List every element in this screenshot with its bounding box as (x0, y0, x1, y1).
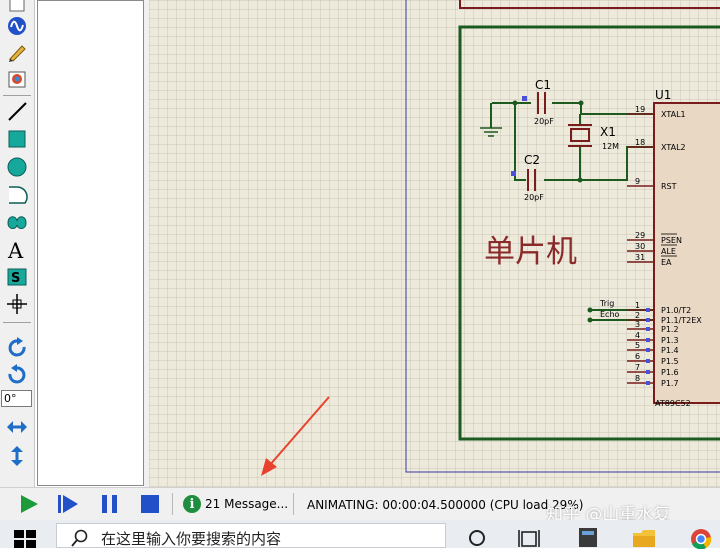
rotation-angle-field[interactable]: 0° (1, 390, 32, 407)
status-divider (293, 493, 294, 515)
pin-name: P1.1/T2EX (661, 316, 702, 325)
u1-ref: U1 (655, 88, 671, 102)
box-icon[interactable] (5, 127, 29, 151)
u1-part: AT89C52 (655, 399, 691, 408)
text-icon[interactable]: A (5, 238, 29, 262)
c1-value: 20pF (534, 117, 554, 126)
file-explorer-icon[interactable] (632, 527, 656, 551)
x1-ref: X1 (600, 125, 616, 139)
calculator-icon[interactable] (577, 527, 599, 551)
info-icon: i (183, 495, 201, 513)
cortana-icon[interactable] (467, 527, 487, 551)
stop-icon[interactable] (138, 492, 162, 516)
pin-marker (522, 96, 527, 101)
pin-marker (646, 370, 650, 374)
status-divider (172, 493, 173, 515)
pin-name: XTAL1 (661, 110, 686, 119)
pin-marker (646, 359, 650, 363)
pin-number: 9 (635, 177, 640, 186)
pin-number: 30 (635, 242, 645, 251)
messages-button[interactable]: i 21 Message... (183, 493, 288, 515)
arc-icon[interactable] (5, 183, 29, 207)
task-view-icon[interactable] (518, 527, 540, 551)
mirror-v-icon[interactable] (5, 444, 29, 468)
search-icon (71, 529, 88, 547)
pin-number: 31 (635, 253, 645, 262)
object-selector-panel[interactable] (37, 0, 144, 486)
pin-number: 8 (635, 374, 640, 383)
net-label-trig: Trig (599, 299, 614, 308)
mirror-h-icon[interactable] (5, 415, 29, 439)
step-icon[interactable] (56, 492, 80, 516)
circle-icon[interactable] (5, 155, 29, 179)
x1-value: 12M (602, 142, 619, 151)
schematic-canvas[interactable]: C1 20pF X1 12M C2 20pF U1 AT89C52 19XTAL… (149, 0, 720, 487)
simulation-status: ANIMATING: 00:00:04.500000 (CPU load 29%… (307, 498, 584, 512)
search-placeholder: 在这里输入你要搜索的内容 (101, 530, 282, 548)
palette-icon[interactable] (5, 67, 29, 91)
pin-marker (646, 381, 650, 385)
rotate-ccw-icon[interactable] (5, 363, 29, 387)
pause-icon[interactable] (98, 492, 122, 516)
pin-name: ALE (661, 247, 676, 256)
pin-name: P1.7 (661, 379, 679, 388)
net-label-echo: Echo (600, 310, 620, 319)
chrome-icon[interactable] (690, 527, 712, 553)
c2-ref: C2 (524, 153, 540, 167)
c1-ref: C1 (535, 78, 551, 92)
pin-marker (511, 171, 516, 176)
pin-number: 19 (635, 105, 645, 114)
tool-toolbar: A S 0° (0, 0, 35, 487)
rotate-cw-icon[interactable] (5, 336, 29, 360)
pin-marker (646, 327, 650, 331)
pin-number: 18 (635, 138, 645, 147)
pin-name: XTAL2 (661, 143, 686, 152)
svg-text:A: A (7, 239, 24, 261)
pin-name: P1.3 (661, 336, 679, 345)
taskbar-search[interactable]: 在这里输入你要搜索的内容 (56, 523, 446, 548)
pin-name: PSEN (661, 236, 682, 245)
pin-name: P1.2 (661, 325, 679, 334)
pin-number: 2 (635, 311, 640, 320)
pin-number: 3 (635, 320, 640, 329)
toolbar-separator (3, 322, 31, 323)
messages-count: 21 Message... (205, 497, 289, 511)
c2-value: 20pF (524, 193, 544, 202)
pin-marker (646, 348, 650, 352)
pin-marker (646, 318, 650, 322)
toolbar-separator (3, 95, 31, 96)
pin-name: P1.0/T2 (661, 306, 691, 315)
pin-number: 29 (635, 231, 645, 240)
pin-name: P1.6 (661, 368, 679, 377)
mcu-block-label: 单片机 (484, 234, 577, 270)
pin-number: 1 (635, 301, 640, 310)
play-icon[interactable] (17, 492, 41, 516)
pin-marker (646, 338, 650, 342)
pin-name: P1.4 (661, 346, 679, 355)
pin-name: RST (661, 182, 677, 191)
pin-name: P1.5 (661, 357, 679, 366)
pin-number: 5 (635, 341, 640, 350)
pin-number: 7 (635, 363, 640, 372)
wire-icon[interactable] (5, 14, 29, 38)
symbol-icon[interactable]: S (5, 265, 29, 289)
windows-start-icon[interactable] (14, 528, 36, 548)
pin-number: 6 (635, 352, 640, 361)
path-icon[interactable] (5, 210, 29, 234)
taskbar: 在这里输入你要搜索的内容 (0, 520, 720, 551)
marker-icon[interactable] (5, 292, 29, 316)
pin-marker (646, 308, 650, 312)
pin-name: EA (661, 258, 672, 267)
svg-text:S: S (11, 271, 20, 286)
pin-number: 4 (635, 331, 640, 340)
pencil-icon[interactable] (5, 40, 29, 64)
line-icon[interactable] (5, 99, 29, 123)
